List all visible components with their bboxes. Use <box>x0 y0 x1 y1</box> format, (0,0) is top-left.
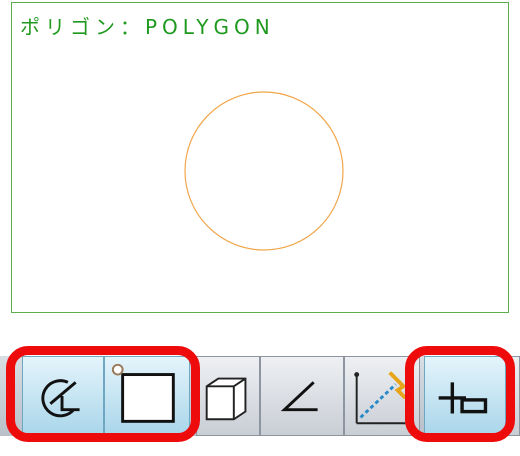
3d-box-icon <box>205 377 247 421</box>
move-tool[interactable] <box>424 356 506 436</box>
box-tool[interactable] <box>196 356 260 436</box>
plus-rectangle-icon <box>438 382 488 414</box>
screenshot: ポリゴン：POLYGON <box>0 0 520 456</box>
square-with-point-icon <box>111 363 175 423</box>
square-tool[interactable] <box>104 356 190 436</box>
inscribed-angle-tool[interactable] <box>22 356 104 436</box>
axis-dimension-tool[interactable] <box>344 356 420 436</box>
toolbar <box>0 346 520 446</box>
angle-icon <box>280 381 318 412</box>
canvas-drawing <box>184 91 344 251</box>
toolbar-overflow[interactable] <box>506 356 520 436</box>
polygon-circle[interactable] <box>184 91 344 251</box>
angle-arc-icon <box>41 379 80 418</box>
drawing-canvas[interactable]: ポリゴン：POLYGON <box>11 2 509 313</box>
axis-arrow-icon <box>354 371 407 425</box>
angle-tool[interactable] <box>260 356 344 436</box>
